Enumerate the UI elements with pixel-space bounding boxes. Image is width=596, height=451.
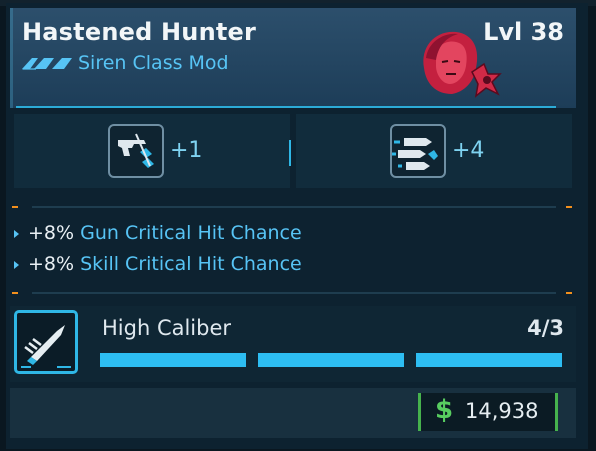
rarity-chevrons-icon — [22, 58, 72, 70]
effect-text: Gun Critical Hit Chance — [80, 222, 302, 244]
skill-points: 4/3 — [527, 316, 564, 340]
siren-portrait-icon — [423, 31, 502, 98]
stat-boost-value: +1 — [170, 138, 203, 163]
skill-icon-frame — [14, 310, 78, 374]
separator-mark — [566, 206, 572, 208]
skill-name: High Caliber — [102, 316, 232, 340]
item-name: Hastened Hunter — [22, 18, 257, 46]
stat-boost-left: +1 — [14, 114, 290, 188]
effect-line: +8% Gun Critical Hit Chance — [28, 222, 302, 244]
skill-pip — [258, 353, 404, 367]
price-tag: $ 14,938 — [418, 393, 558, 431]
effect-percent: +8% — [28, 222, 75, 244]
stat-boosts: +1 +4 — [14, 114, 572, 194]
separator-mark — [12, 206, 18, 208]
stat-boost-icon-frame — [108, 124, 164, 178]
separator-mark — [12, 292, 18, 294]
effect-bullet-icon — [14, 261, 19, 269]
effect-percent: +8% — [28, 253, 75, 275]
effect-line: +8% Skill Critical Hit Chance — [28, 253, 302, 275]
skill-row[interactable]: High Caliber 4/3 — [10, 306, 576, 382]
price-value: 14,938 — [465, 399, 539, 423]
item-type: Siren Class Mod — [78, 52, 229, 74]
effect-bullet-icon — [14, 230, 19, 238]
stat-boost-icon-frame — [390, 124, 446, 178]
bullet-icon — [21, 325, 71, 368]
stat-boost-value: +4 — [452, 138, 485, 163]
stat-boost-right: +4 — [296, 114, 572, 188]
header-underline — [16, 106, 556, 108]
stat-divider — [289, 140, 291, 166]
separator-mark — [566, 292, 572, 294]
price-bar: $ 14,938 — [10, 388, 576, 438]
separator — [32, 292, 556, 294]
skill-pip — [100, 353, 246, 367]
currency-icon: $ — [435, 395, 454, 425]
separator — [32, 206, 556, 208]
pistol-icon — [118, 133, 154, 168]
skill-pip — [416, 353, 562, 367]
effect-text: Skill Critical Hit Chance — [80, 253, 302, 275]
missiles-icon — [392, 138, 438, 170]
